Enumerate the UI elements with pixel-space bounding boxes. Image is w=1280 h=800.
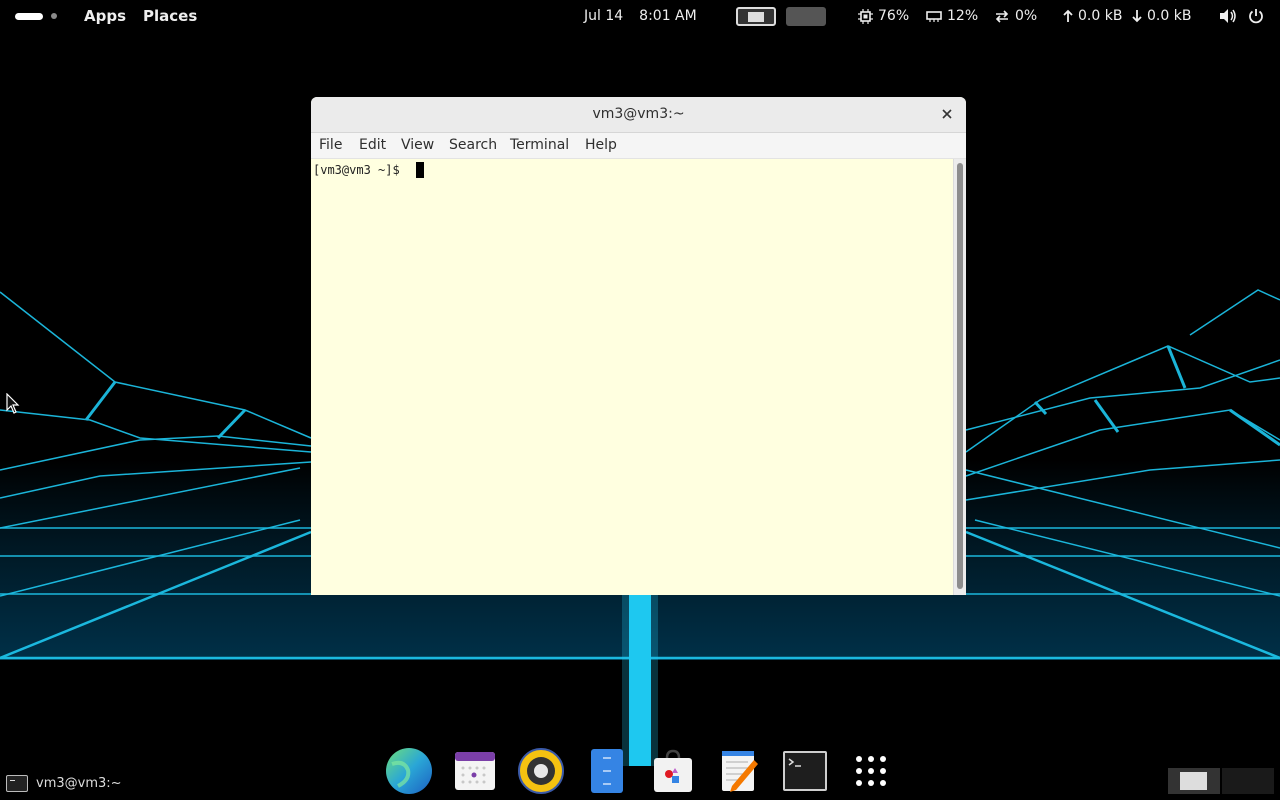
menu-view[interactable]: View: [401, 137, 434, 153]
memory-icon: [926, 10, 942, 22]
window-titlebar[interactable]: vm3@vm3:~: [311, 97, 966, 133]
terminal-icon: [783, 751, 827, 791]
scrollbar-thumb[interactable]: [957, 163, 963, 589]
calendar-icon: [455, 752, 495, 790]
speaker-icon: [518, 748, 564, 794]
dock-calendar[interactable]: [450, 746, 500, 796]
shell-prompt: [vm3@vm3 ~]$: [313, 163, 407, 177]
dock-text-editor[interactable]: [714, 746, 764, 796]
window-list-label: vm3@vm3:~: [36, 775, 122, 791]
activities-button[interactable]: [15, 0, 57, 32]
workspace-dot-indicator: [51, 13, 57, 19]
mouse-pointer-icon: [6, 393, 20, 414]
menu-edit[interactable]: Edit: [359, 137, 386, 153]
arrow-down-icon: [1132, 10, 1142, 23]
menu-help[interactable]: Help: [585, 137, 617, 153]
power-icon: [1249, 9, 1263, 24]
dock-software-store[interactable]: [648, 746, 698, 796]
cpu-indicator[interactable]: 76%: [858, 0, 909, 32]
window-list-item-terminal[interactable]: vm3@vm3:~: [6, 774, 122, 792]
clock-time: 8:01 AM: [639, 8, 697, 24]
bottom-workspace-window-thumb: [1180, 772, 1207, 790]
workspace-switcher: [736, 0, 826, 32]
download-indicator[interactable]: 0.0 kB: [1132, 0, 1191, 32]
dock-browser[interactable]: [384, 746, 434, 796]
close-icon: [942, 109, 952, 119]
dock-app-grid[interactable]: [846, 746, 896, 796]
text-cursor: [416, 162, 424, 178]
window-title: vm3@vm3:~: [592, 106, 685, 122]
workspace-2[interactable]: [786, 6, 826, 26]
menu-terminal[interactable]: Terminal: [510, 137, 569, 153]
menu-file[interactable]: File: [319, 137, 342, 153]
memory-indicator[interactable]: 12%: [926, 0, 978, 32]
dock-file-manager[interactable]: [582, 746, 632, 796]
workspace-window-thumb: [748, 11, 764, 22]
download-value: 0.0 kB: [1147, 8, 1192, 24]
terminal-window: vm3@vm3:~ File Edit View Search Terminal…: [311, 97, 966, 595]
volume-icon: [1220, 9, 1236, 23]
places-menu[interactable]: Places: [143, 0, 197, 32]
volume-button[interactable]: [1219, 0, 1237, 32]
dock-terminal[interactable]: [780, 746, 830, 796]
cpu-icon: [858, 8, 873, 24]
app-grid-icon: [856, 756, 886, 786]
text-editor-icon: [722, 751, 758, 792]
arrow-up-icon: [1063, 9, 1073, 22]
swap-icon: [995, 10, 1009, 23]
power-button[interactable]: [1248, 0, 1264, 32]
globe-browser-icon: [386, 748, 432, 794]
workspace-pill-indicator: [15, 12, 43, 20]
swap-value: 0%: [1015, 8, 1038, 24]
dock-music-player[interactable]: [516, 746, 566, 796]
terminal-small-icon: [6, 774, 28, 792]
upload-value: 0.0 kB: [1078, 8, 1123, 24]
terminal-menubar: File Edit View Search Terminal Help: [311, 133, 966, 159]
file-manager-icon: [591, 749, 623, 793]
apps-menu[interactable]: Apps: [84, 0, 126, 32]
memory-value: 12%: [947, 8, 979, 24]
window-list: vm3@vm3:~: [6, 770, 122, 796]
clock[interactable]: Jul 14 8:01 AM: [584, 0, 697, 32]
swap-indicator[interactable]: 0%: [994, 0, 1037, 32]
bottom-workspace-1[interactable]: [1168, 768, 1220, 794]
close-button[interactable]: [938, 105, 956, 123]
upload-indicator[interactable]: 0.0 kB: [1063, 0, 1122, 32]
workspace-1[interactable]: [736, 6, 776, 26]
scrollbar[interactable]: [953, 159, 966, 595]
clock-date: Jul 14: [584, 8, 624, 24]
top-panel: Apps Places Jul 14 8:01 AM 76% 12% 0% 0.…: [0, 0, 1280, 32]
bottom-workspace-2[interactable]: [1222, 768, 1274, 794]
cpu-value: 76%: [878, 8, 910, 24]
menu-search[interactable]: Search: [449, 137, 497, 153]
terminal-output[interactable]: [vm3@vm3 ~]$: [311, 159, 953, 595]
software-store-icon: [654, 749, 692, 792]
